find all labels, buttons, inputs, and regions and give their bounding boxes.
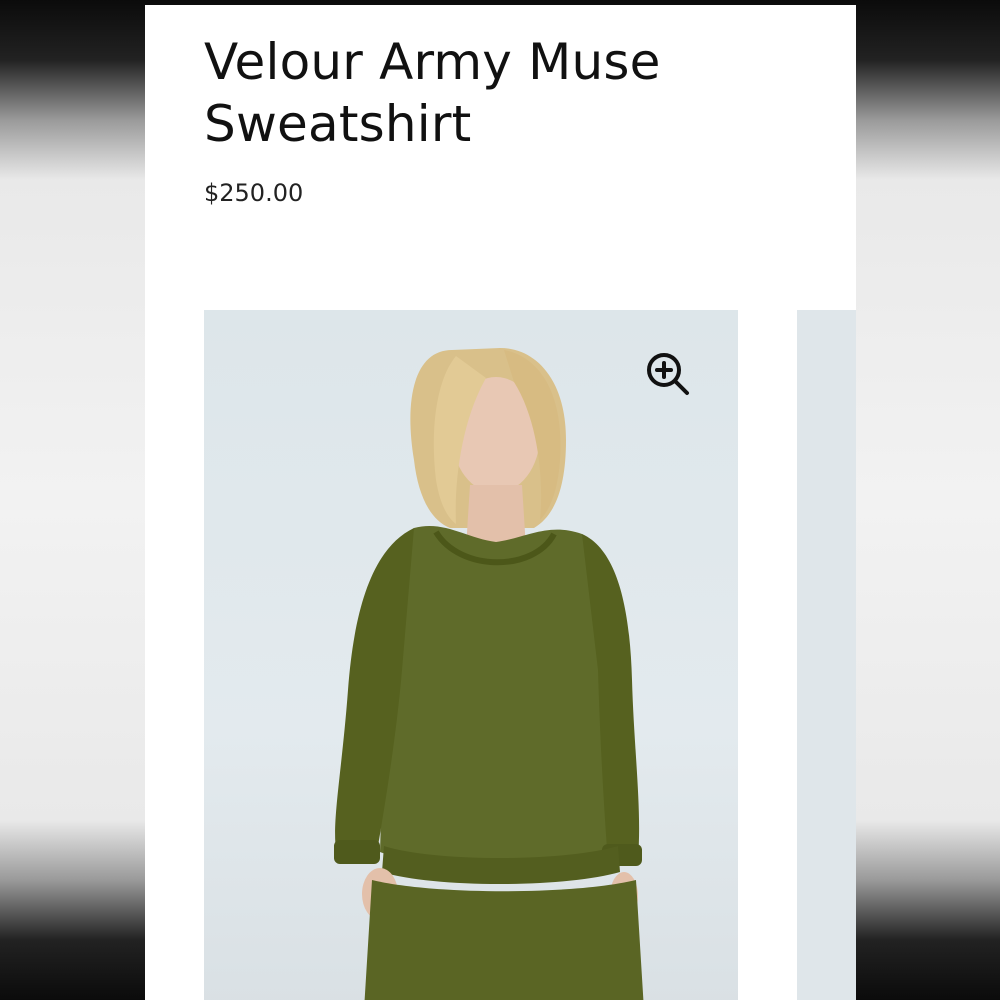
backdrop-left xyxy=(0,0,145,1000)
product-price: $250.00 xyxy=(204,179,304,207)
product-title: Velour Army Muse Sweatshirt xyxy=(204,33,661,153)
product-image-main[interactable] xyxy=(204,310,738,1000)
model-photo xyxy=(334,348,644,1000)
product-page: Velour Army Muse Sweatshirt $250.00 xyxy=(145,5,856,1000)
zoom-in-button[interactable] xyxy=(644,350,692,398)
product-image-next[interactable] xyxy=(797,310,856,1000)
zoom-in-icon xyxy=(647,353,689,395)
backdrop-right xyxy=(856,0,1000,1000)
